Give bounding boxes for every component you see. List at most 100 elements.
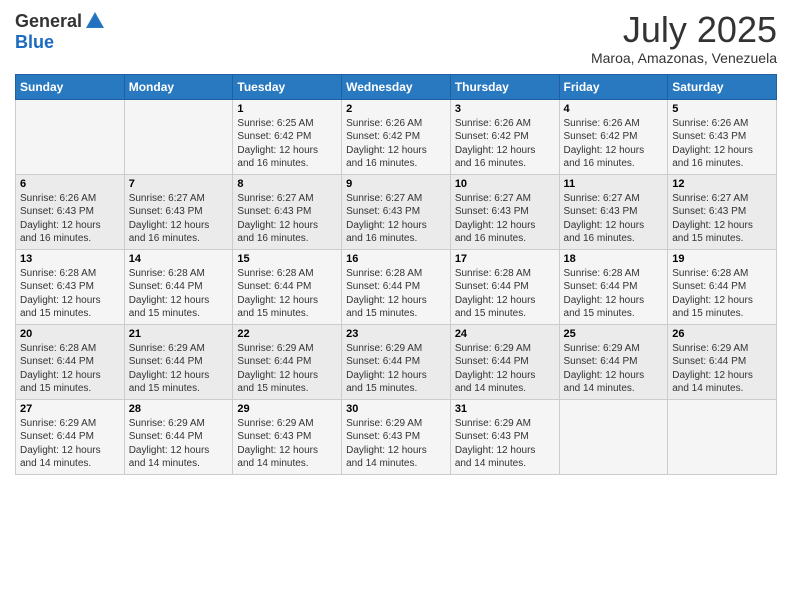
cell-info: Sunrise: 6:27 AMSunset: 6:43 PMDaylight:…	[455, 193, 536, 245]
calendar-week-row: 1 Sunrise: 6:25 AMSunset: 6:42 PMDaylight…	[16, 99, 777, 174]
cell-day-number: 6	[20, 178, 120, 190]
cell-info: Sunrise: 6:29 AMSunset: 6:43 PMDaylight:…	[455, 418, 536, 470]
calendar-cell: 31 Sunrise: 6:29 AMSunset: 6:43 PMDayligh…	[450, 399, 559, 474]
calendar-header-sunday: Sunday	[16, 74, 125, 99]
cell-day-number: 1	[237, 103, 337, 115]
calendar-cell: 29Sunrise: 6:29 AMSunset: 6:43 PMDayligh…	[233, 399, 342, 474]
calendar-header-monday: Monday	[124, 74, 233, 99]
calendar-cell: 12 Sunrise: 6:27 AMSunset: 6:43 PMDayligh…	[668, 174, 777, 249]
calendar-cell: 19 Sunrise: 6:28 AMSunset: 6:44 PMDayligh…	[668, 249, 777, 324]
cell-day-number: 11	[564, 178, 664, 190]
calendar-cell: 7 Sunrise: 6:27 AMSunset: 6:43 PMDaylight…	[124, 174, 233, 249]
calendar-cell: 23 Sunrise: 6:29 AMSunset: 6:44 PMDayligh…	[342, 324, 451, 399]
cell-day-number: 2	[346, 103, 446, 115]
cell-day-number: 3	[455, 103, 555, 115]
cell-day-number: 8	[237, 178, 337, 190]
cell-info: Sunrise: 6:29 AMSunset: 6:43 PMDaylight:…	[346, 418, 427, 470]
calendar-week-row: 20 Sunrise: 6:28 AMSunset: 6:44 PMDayligh…	[16, 324, 777, 399]
cell-info: Sunrise: 6:27 AMSunset: 6:43 PMDaylight:…	[129, 193, 210, 245]
cell-day-number: 24	[455, 328, 555, 340]
cell-info: Sunrise: 6:28 AMSunset: 6:44 PMDaylight:…	[672, 268, 753, 320]
cell-day-number: 20	[20, 328, 120, 340]
cell-info: Sunrise: 6:26 AMSunset: 6:42 PMDaylight:…	[455, 118, 536, 170]
logo-general: General	[15, 12, 82, 30]
calendar-cell: 24 Sunrise: 6:29 AMSunset: 6:44 PMDayligh…	[450, 324, 559, 399]
cell-info: Sunrise: 6:28 AMSunset: 6:44 PMDaylight:…	[20, 343, 101, 395]
calendar-header-friday: Friday	[559, 74, 668, 99]
calendar-cell: 17 Sunrise: 6:28 AMSunset: 6:44 PMDayligh…	[450, 249, 559, 324]
month-title: July 2025	[591, 10, 777, 50]
cell-day-number: 7	[129, 178, 229, 190]
cell-info: Sunrise: 6:28 AMSunset: 6:44 PMDaylight:…	[455, 268, 536, 320]
cell-info: Sunrise: 6:26 AMSunset: 6:42 PMDaylight:…	[564, 118, 645, 170]
cell-day-number: 9	[346, 178, 446, 190]
cell-day-number: 15	[237, 253, 337, 265]
cell-info: Sunrise: 6:29 AMSunset: 6:44 PMDaylight:…	[237, 343, 318, 395]
calendar-cell: 26 Sunrise: 6:29 AMSunset: 6:44 PMDayligh…	[668, 324, 777, 399]
cell-info: Sunrise: 6:27 AMSunset: 6:43 PMDaylight:…	[237, 193, 318, 245]
location: Maroa, Amazonas, Venezuela	[591, 50, 777, 66]
cell-info: Sunrise: 6:29 AMSunset: 6:44 PMDaylight:…	[564, 343, 645, 395]
cell-day-number: 23	[346, 328, 446, 340]
cell-day-number: 22	[237, 328, 337, 340]
cell-info: Sunrise: 6:27 AMSunset: 6:43 PMDaylight:…	[564, 193, 645, 245]
cell-info: Sunrise: 6:29 AMSunset: 6:44 PMDaylight:…	[129, 418, 210, 470]
calendar-cell: 20 Sunrise: 6:28 AMSunset: 6:44 PMDayligh…	[16, 324, 125, 399]
calendar-header-wednesday: Wednesday	[342, 74, 451, 99]
cell-info: Sunrise: 6:28 AMSunset: 6:44 PMDaylight:…	[564, 268, 645, 320]
cell-info: Sunrise: 6:26 AMSunset: 6:43 PMDaylight:…	[20, 193, 101, 245]
cell-day-number: 14	[129, 253, 229, 265]
calendar-cell: 18Sunrise: 6:28 AMSunset: 6:44 PMDayligh…	[559, 249, 668, 324]
cell-day-number: 27	[20, 403, 120, 415]
cell-day-number: 31	[455, 403, 555, 415]
cell-day-number: 10	[455, 178, 555, 190]
calendar-header-saturday: Saturday	[668, 74, 777, 99]
cell-info: Sunrise: 6:29 AMSunset: 6:44 PMDaylight:…	[672, 343, 753, 395]
calendar-cell: 3 Sunrise: 6:26 AMSunset: 6:42 PMDaylight…	[450, 99, 559, 174]
cell-day-number: 5	[672, 103, 772, 115]
calendar-cell	[124, 99, 233, 174]
cell-info: Sunrise: 6:29 AMSunset: 6:44 PMDaylight:…	[129, 343, 210, 395]
cell-day-number: 12	[672, 178, 772, 190]
calendar-cell: 8 Sunrise: 6:27 AMSunset: 6:43 PMDaylight…	[233, 174, 342, 249]
cell-day-number: 19	[672, 253, 772, 265]
title-block: July 2025 Maroa, Amazonas, Venezuela	[591, 10, 777, 66]
calendar-cell: 28 Sunrise: 6:29 AMSunset: 6:44 PMDayligh…	[124, 399, 233, 474]
cell-info: Sunrise: 6:29 AMSunset: 6:44 PMDaylight:…	[455, 343, 536, 395]
calendar-cell: 22 Sunrise: 6:29 AMSunset: 6:44 PMDayligh…	[233, 324, 342, 399]
calendar-week-row: 6 Sunrise: 6:26 AMSunset: 6:43 PMDaylight…	[16, 174, 777, 249]
cell-info: Sunrise: 6:26 AMSunset: 6:42 PMDaylight:…	[346, 118, 427, 170]
cell-day-number: 28	[129, 403, 229, 415]
cell-info: Sunrise: 6:29 AMSunset: 6:44 PMDaylight:…	[346, 343, 427, 395]
calendar-week-row: 27 Sunrise: 6:29 AMSunset: 6:44 PMDayligh…	[16, 399, 777, 474]
cell-info: Sunrise: 6:27 AMSunset: 6:43 PMDaylight:…	[346, 193, 427, 245]
calendar-cell: 25 Sunrise: 6:29 AMSunset: 6:44 PMDayligh…	[559, 324, 668, 399]
cell-day-number: 4	[564, 103, 664, 115]
calendar-header-tuesday: Tuesday	[233, 74, 342, 99]
calendar-cell: 21Sunrise: 6:29 AMSunset: 6:44 PMDayligh…	[124, 324, 233, 399]
calendar-cell: 16 Sunrise: 6:28 AMSunset: 6:44 PMDayligh…	[342, 249, 451, 324]
cell-info: Sunrise: 6:25 AMSunset: 6:42 PMDaylight:…	[237, 118, 318, 170]
calendar-cell: 5Sunrise: 6:26 AMSunset: 6:43 PMDaylight…	[668, 99, 777, 174]
cell-day-number: 25	[564, 328, 664, 340]
logo-text: General	[15, 10, 106, 32]
logo: General Blue	[15, 10, 106, 53]
cell-day-number: 16	[346, 253, 446, 265]
calendar-cell: 9 Sunrise: 6:27 AMSunset: 6:43 PMDaylight…	[342, 174, 451, 249]
calendar-header-row: SundayMondayTuesdayWednesdayThursdayFrid…	[16, 74, 777, 99]
cell-info: Sunrise: 6:28 AMSunset: 6:44 PMDaylight:…	[346, 268, 427, 320]
calendar-table: SundayMondayTuesdayWednesdayThursdayFrid…	[15, 74, 777, 475]
calendar-cell: 30Sunrise: 6:29 AMSunset: 6:43 PMDayligh…	[342, 399, 451, 474]
cell-day-number: 26	[672, 328, 772, 340]
cell-info: Sunrise: 6:28 AMSunset: 6:44 PMDaylight:…	[129, 268, 210, 320]
cell-day-number: 13	[20, 253, 120, 265]
calendar-cell: 4 Sunrise: 6:26 AMSunset: 6:42 PMDaylight…	[559, 99, 668, 174]
cell-day-number: 17	[455, 253, 555, 265]
cell-info: Sunrise: 6:27 AMSunset: 6:43 PMDaylight:…	[672, 193, 753, 245]
calendar-cell	[668, 399, 777, 474]
calendar-cell: 13Sunrise: 6:28 AMSunset: 6:43 PMDayligh…	[16, 249, 125, 324]
calendar-week-row: 13Sunrise: 6:28 AMSunset: 6:43 PMDayligh…	[16, 249, 777, 324]
calendar-cell: 11 Sunrise: 6:27 AMSunset: 6:43 PMDayligh…	[559, 174, 668, 249]
calendar-cell	[559, 399, 668, 474]
page: General Blue July 2025 Maroa, Amazonas, …	[0, 0, 792, 612]
